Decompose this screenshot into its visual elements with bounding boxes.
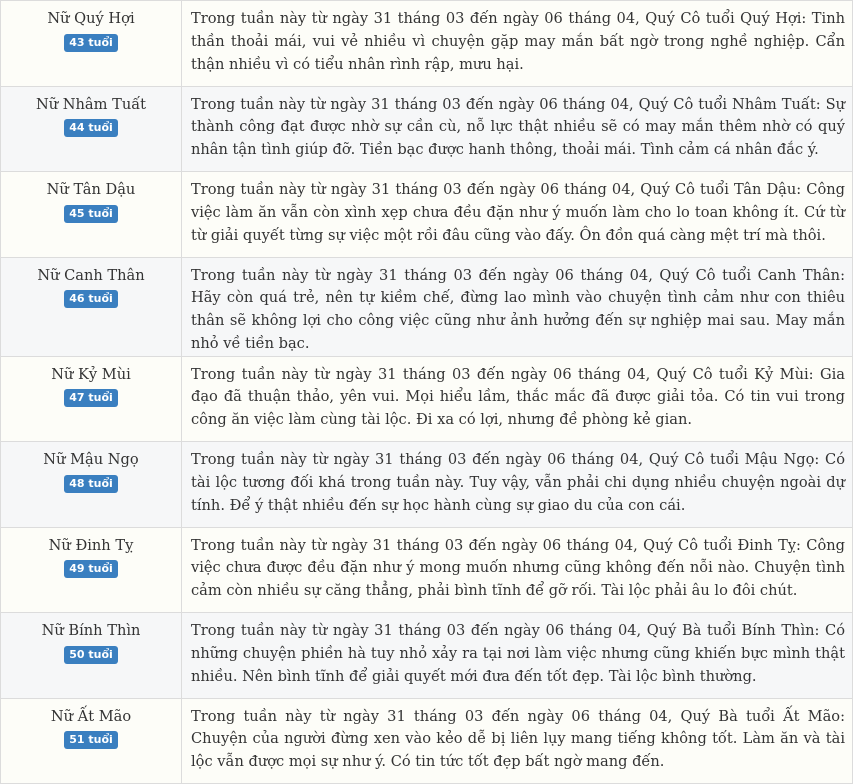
zodiac-name: Nữ Mậu Ngọ [43,451,139,469]
fortune-text: Trong tuần này từ ngày 31 tháng 03 đến n… [181,256,853,357]
zodiac-name: Nữ Kỷ Mùi [51,365,131,383]
table-row: Nữ Tân Dậu 45 tuổi Trong tuần này từ ngà… [0,171,853,258]
zodiac-name-cell: Nữ Canh Thân 46 tuổi [0,256,182,357]
zodiac-name-cell: Nữ Ất Mão 51 tuổi [0,697,182,784]
age-badge: 47 tuổi [64,389,118,408]
fortune-text: Trong tuần này từ ngày 31 tháng 03 đến n… [181,612,853,699]
zodiac-name-cell: Nữ Nhâm Tuất 44 tuổi [0,85,182,172]
table-row: Nữ Nhâm Tuất 44 tuổi Trong tuần này từ n… [0,85,853,172]
age-badge: 51 tuổi [64,731,118,750]
zodiac-name: Nữ Nhâm Tuất [35,95,147,113]
age-badge: 46 tuổi [64,290,118,309]
zodiac-name-cell: Nữ Kỷ Mùi 47 tuổi [0,355,182,443]
age-badge: 48 tuổi [64,474,118,493]
horoscope-table: Nữ Quý Hợi 43 tuổi Trong tuần này từ ngà… [0,0,853,784]
zodiac-name: Nữ Canh Thân [37,266,145,284]
table-row: Nữ Canh Thân 46 tuổi Trong tuần này từ n… [0,256,853,357]
fortune-text: Trong tuần này từ ngày 31 tháng 03 đến n… [181,441,853,528]
table-row: Nữ Bính Thìn 50 tuổi Trong tuần này từ n… [0,612,853,699]
zodiac-name: Nữ Tân Dậu [46,181,136,198]
age-badge: 44 tuổi [64,119,118,138]
zodiac-name-cell: Nữ Quý Hợi 43 tuổi [0,0,182,87]
zodiac-name-cell: Nữ Bính Thìn 50 tuổi [0,612,182,699]
table-row: Nữ Đinh Tỵ 49 tuổi Trong tuần này từ ngà… [0,526,853,614]
zodiac-name: Nữ Ất Mão [50,707,132,725]
zodiac-name-cell: Nữ Đinh Tỵ 49 tuổi [0,526,182,614]
fortune-text: Trong tuần này từ ngày 31 tháng 03 đến n… [181,355,853,443]
zodiac-name: Nữ Quý Hợi [47,10,135,27]
table-row: Nữ Ất Mão 51 tuổi Trong tuần này từ ngày… [0,697,853,784]
table-row: Nữ Mậu Ngọ 48 tuổi Trong tuần này từ ngà… [0,441,853,528]
table-row: Nữ Kỷ Mùi 47 tuổi Trong tuần này từ ngày… [0,355,853,443]
zodiac-name-cell: Nữ Tân Dậu 45 tuổi [0,171,182,258]
fortune-text: Trong tuần này từ ngày 31 tháng 03 đến n… [181,171,853,258]
fortune-text: Trong tuần này từ ngày 31 tháng 03 đến n… [181,526,853,614]
age-badge: 43 tuổi [64,33,118,52]
fortune-text: Trong tuần này từ ngày 31 tháng 03 đến n… [181,0,853,87]
fortune-text: Trong tuần này từ ngày 31 tháng 03 đến n… [181,697,853,784]
fortune-text: Trong tuần này từ ngày 31 tháng 03 đến n… [181,85,853,172]
zodiac-name: Nữ Bính Thìn [41,622,141,640]
age-badge: 50 tuổi [64,645,118,664]
age-badge: 45 tuổi [64,204,118,223]
age-badge: 49 tuổi [64,560,118,579]
horoscope-table-body: Nữ Quý Hợi 43 tuổi Trong tuần này từ ngà… [0,0,853,784]
zodiac-name: Nữ Đinh Tỵ [48,536,134,554]
table-row: Nữ Quý Hợi 43 tuổi Trong tuần này từ ngà… [0,0,853,87]
zodiac-name-cell: Nữ Mậu Ngọ 48 tuổi [0,441,182,528]
